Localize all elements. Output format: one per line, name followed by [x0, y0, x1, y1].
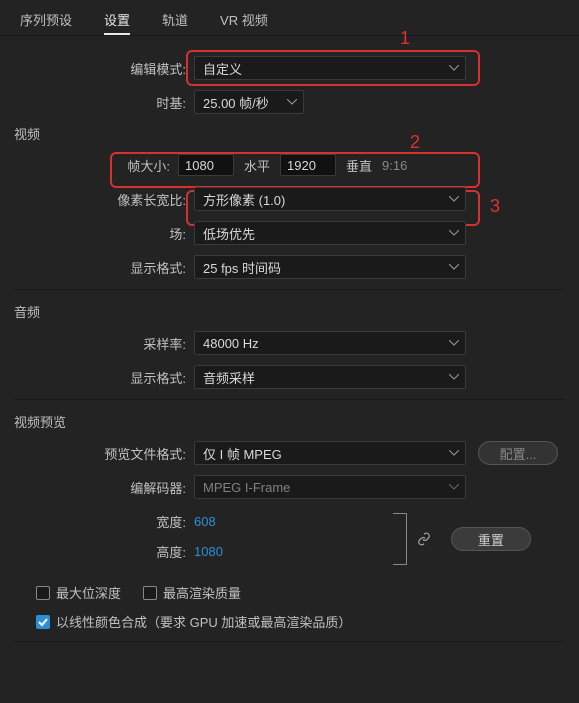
frame-width-input[interactable]: 1080 [178, 154, 234, 176]
reset-button[interactable]: 重置 [451, 527, 531, 551]
chevron-down-icon [287, 99, 297, 105]
tab-tracks[interactable]: 轨道 [162, 10, 188, 35]
link-bracket [393, 513, 407, 565]
codec-select: MPEG I-Frame [194, 475, 466, 499]
timebase-value: 25.00 帧/秒 [203, 93, 269, 112]
audio-dispfmt-value: 音频采样 [203, 368, 255, 387]
max-bit-depth-checkbox[interactable] [36, 586, 50, 600]
max-bit-depth-label: 最大位深度 [56, 583, 121, 602]
tab-settings[interactable]: 设置 [104, 10, 130, 35]
horizontal-label: 水平 [244, 156, 270, 175]
preview-height-label: 高度: [14, 542, 194, 561]
preview-width-value[interactable]: 608 [194, 514, 216, 529]
timebase-label: 时基: [14, 93, 194, 112]
chevron-down-icon [449, 196, 459, 202]
aspect-ratio-text: 9:16 [382, 158, 407, 173]
tab-vr[interactable]: VR 视频 [220, 10, 268, 35]
field-label: 场: [14, 224, 194, 243]
preview-fmt-select[interactable]: 仅 I 帧 MPEG [194, 441, 466, 465]
max-render-quality-label: 最高渲染质量 [163, 583, 241, 602]
audio-dispfmt-select[interactable]: 音频采样 [194, 365, 466, 389]
codec-value: MPEG I-Frame [203, 480, 290, 495]
sample-rate-label: 采样率: [14, 334, 194, 353]
chevron-down-icon [449, 65, 459, 71]
timebase-select[interactable]: 25.00 帧/秒 [194, 90, 304, 114]
codec-label: 编解码器: [14, 478, 194, 497]
tabs-bar: 序列预设 设置 轨道 VR 视频 [0, 0, 579, 36]
preview-fmt-value: 仅 I 帧 MPEG [203, 444, 282, 463]
field-value: 低场优先 [203, 224, 255, 243]
chevron-down-icon [449, 264, 459, 270]
divider [14, 399, 565, 400]
sample-rate-select[interactable]: 48000 Hz [194, 331, 466, 355]
chevron-down-icon [449, 340, 459, 346]
preview-width-label: 宽度: [14, 512, 194, 531]
linear-composite-label: 以线性颜色合成（要求 GPU 加速或最高渲染品质） [56, 612, 351, 631]
link-icon[interactable] [417, 532, 431, 546]
video-section-title: 视频 [14, 124, 565, 143]
frame-height-input[interactable]: 1920 [280, 154, 336, 176]
audio-section-title: 音频 [14, 302, 565, 321]
config-button[interactable]: 配置... [478, 441, 558, 465]
tab-preset[interactable]: 序列预设 [20, 10, 72, 35]
pixel-ratio-label: 像素长宽比: [14, 190, 194, 209]
frame-size-label: 帧大小: [14, 156, 178, 175]
video-dispfmt-select[interactable]: 25 fps 时间码 [194, 255, 466, 279]
pixel-ratio-value: 方形像素 (1.0) [203, 190, 285, 209]
pixel-ratio-select[interactable]: 方形像素 (1.0) [194, 187, 466, 211]
audio-dispfmt-label: 显示格式: [14, 368, 194, 387]
editing-mode-label: 编辑模式: [14, 59, 194, 78]
editing-mode-value: 自定义 [203, 59, 242, 78]
chevron-down-icon [449, 484, 459, 490]
video-dispfmt-label: 显示格式: [14, 258, 194, 277]
sample-rate-value: 48000 Hz [203, 336, 259, 351]
linear-composite-checkbox[interactable] [36, 615, 50, 629]
chevron-down-icon [449, 230, 459, 236]
video-dispfmt-value: 25 fps 时间码 [203, 258, 281, 277]
divider [14, 641, 565, 642]
editing-mode-select[interactable]: 自定义 [194, 56, 466, 80]
preview-section-title: 视频预览 [14, 412, 565, 431]
vertical-label: 垂直 [346, 156, 372, 175]
settings-panel: 1 2 3 编辑模式: 自定义 时基: 25.00 帧/秒 视频 帧大小: 10… [0, 36, 579, 666]
chevron-down-icon [449, 374, 459, 380]
max-render-quality-checkbox[interactable] [143, 586, 157, 600]
field-select[interactable]: 低场优先 [194, 221, 466, 245]
preview-height-value[interactable]: 1080 [194, 544, 223, 559]
divider [14, 289, 565, 290]
preview-fmt-label: 预览文件格式: [14, 444, 194, 463]
chevron-down-icon [449, 450, 459, 456]
